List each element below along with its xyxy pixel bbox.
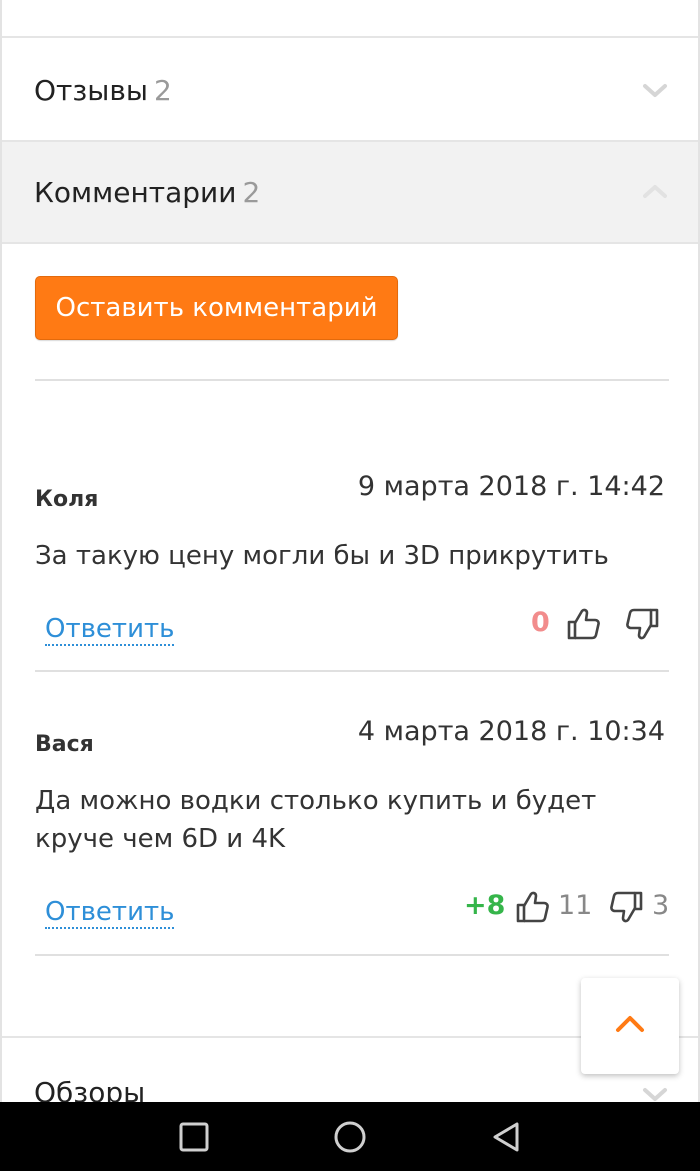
comments-count: 2 <box>242 176 261 209</box>
comment-score: 0 <box>531 607 550 638</box>
divider <box>35 670 669 672</box>
nav-back-icon[interactable] <box>489 1120 523 1154</box>
divider <box>35 954 669 956</box>
arrow-up-icon <box>616 1016 644 1032</box>
reply-link[interactable]: Ответить <box>45 897 175 929</box>
divider <box>35 379 669 381</box>
dislikes-count: 3 <box>652 890 670 921</box>
system-navigation-bar <box>0 1102 700 1171</box>
add-comment-button[interactable]: Оставить комментарий <box>35 276 398 340</box>
product-page: Отзывы 2 Комментарии 2 Оставить комментари… <box>0 0 700 1102</box>
comments-label: Комментарии <box>34 176 237 209</box>
comment-date: 9 марта 2018 г. 14:42 <box>357 471 665 502</box>
comment-text: Да можно водки столько купить и будет кр… <box>35 786 597 854</box>
reviews-count: 2 <box>153 74 172 107</box>
chevron-down-icon <box>643 84 667 97</box>
comments-title: Комментарии 2 <box>34 176 260 209</box>
comment-author[interactable]: Коля <box>35 487 98 512</box>
accordion-comments[interactable]: Комментарии 2 <box>2 142 698 244</box>
comment-date: 4 марта 2018 г. 10:34 <box>357 716 665 747</box>
nav-home-icon[interactable] <box>333 1120 367 1154</box>
overviews-label: Обзоры <box>34 1076 146 1102</box>
comment-text: За такую цену могли бы и 3D прикрутить <box>35 541 609 571</box>
chevron-down-icon <box>643 1088 667 1101</box>
thumbs-up-icon[interactable] <box>565 606 601 642</box>
likes-count: 11 <box>558 890 593 921</box>
reviews-label: Отзывы <box>34 74 148 107</box>
reviews-title: Отзывы 2 <box>34 74 172 107</box>
chevron-up-icon <box>643 185 667 198</box>
accordion-row-cut[interactable] <box>2 0 698 38</box>
comment-author[interactable]: Вася <box>35 732 94 757</box>
scroll-to-top-button[interactable] <box>581 978 679 1074</box>
thumbs-down-icon[interactable] <box>609 889 645 925</box>
nav-recent-icon[interactable] <box>177 1120 211 1154</box>
comment-score: +8 <box>464 890 506 921</box>
reply-link[interactable]: Ответить <box>45 614 175 646</box>
thumbs-down-icon[interactable] <box>625 606 661 642</box>
accordion-reviews[interactable]: Отзывы 2 <box>2 40 698 142</box>
thumbs-up-icon[interactable] <box>514 889 550 925</box>
